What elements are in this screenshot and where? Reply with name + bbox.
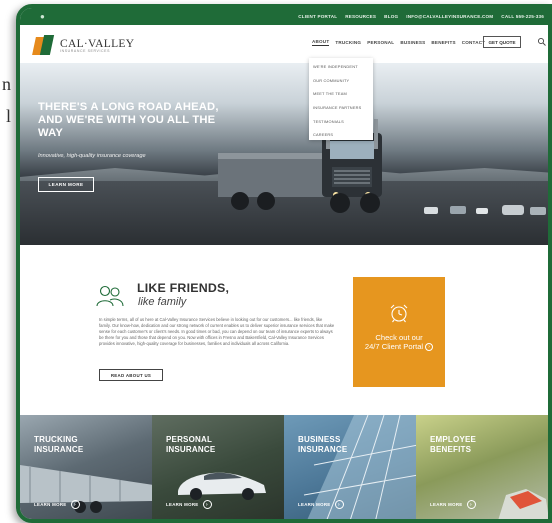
utility-link-resources[interactable]: RESOURCES [345, 14, 376, 19]
nav-item-about[interactable]: ABOUT [312, 39, 330, 46]
arrow-right-icon: › [70, 500, 80, 509]
arrow-right-icon: › [425, 342, 434, 351]
portal-line-1: Check out our [375, 333, 423, 342]
nav-item-personal[interactable]: PERSONAL [367, 40, 394, 45]
read-about-us-button[interactable]: READ ABOUT US [99, 369, 163, 381]
tile-business-insurance[interactable]: BUSINESS INSURANCE LEARN MORE › [284, 415, 416, 519]
background-letter: n [2, 74, 11, 94]
tile-title-line2: INSURANCE [298, 444, 348, 454]
tile-title-line1: EMPLOYEE [430, 435, 477, 444]
hero-banner: THERE'S A LONG ROAD AHEAD, AND WE'RE WIT… [20, 63, 548, 245]
tile-learn-more[interactable]: LEARN MORE [34, 502, 67, 507]
nav-item-business[interactable]: BUSINESS [400, 40, 425, 45]
dropdown-item-careers[interactable]: CAREERS [309, 128, 373, 142]
tile-title-line1: BUSINESS [298, 435, 341, 444]
tile-learn-more[interactable]: LEARN MORE [298, 502, 331, 507]
logo-mark-icon [32, 35, 56, 55]
hero-title: THERE'S A LONG ROAD AHEAD, AND WE'RE WIT… [38, 101, 219, 139]
tile-title-line1: PERSONAL [166, 435, 213, 444]
about-dropdown-menu: WE'RE INDEPENDENT OUR COMMUNITY MEET THE… [309, 58, 373, 140]
main-nav: CAL·VALLEY INSURANCE SERVICES ABOUT TRUC… [20, 25, 548, 63]
nav-menu: ABOUT TRUCKING PERSONAL BUSINESS BENEFIT… [312, 39, 485, 46]
get-quote-button[interactable]: GET QUOTE [483, 36, 521, 48]
utility-link-blog[interactable]: BLOG [384, 14, 398, 19]
arrow-right-icon: › [466, 500, 476, 509]
hero-learn-more-button[interactable]: LEARN MORE [38, 177, 94, 192]
utility-link-client-portal[interactable]: CLIENT PORTAL [298, 14, 337, 19]
tile-title-line1: TRUCKING [34, 435, 78, 444]
portal-line-2: 24/7 Client Portal [364, 342, 424, 351]
dropdown-item-testimonials[interactable]: TESTIMONIALS [309, 114, 373, 128]
hero-subtitle: Innovative, high-quality insurance cover… [38, 153, 146, 159]
tile-title-line2: BENEFITS [430, 444, 472, 454]
friends-icon [96, 285, 124, 307]
nav-item-benefits[interactable]: BENEFITS [431, 40, 455, 45]
search-icon[interactable] [537, 37, 547, 47]
dropdown-item-team[interactable]: MEET THE TEAM [309, 87, 373, 101]
intro-section: LIKE FRIENDS, like family In simple term… [20, 245, 548, 415]
arrow-right-icon: › [202, 500, 212, 509]
utility-link-phone[interactable]: CALL 559-225-336 [501, 14, 544, 19]
nav-item-trucking[interactable]: TRUCKING [335, 40, 361, 45]
intro-body: In simple terms, all of us here at Cal-V… [99, 317, 335, 347]
background-letter: l [6, 106, 12, 126]
traffic-cars [424, 205, 546, 215]
location-pin-icon[interactable]: ● [40, 12, 45, 21]
intro-subtitle: like family [138, 296, 187, 308]
utility-bar: ● CLIENT PORTAL RESOURCES BLOG INFO@CALV… [20, 8, 548, 25]
tile-personal-insurance[interactable]: PERSONAL INSURANCE LEARN MORE › [152, 415, 284, 519]
client-portal-card[interactable]: Check out our 24/7 Client Portal › [353, 277, 445, 387]
tile-employee-benefits[interactable]: EMPLOYEE BENEFITS LEARN MORE › [416, 415, 548, 519]
tile-trucking-insurance[interactable]: TRUCKING INSURANCE LEARN MORE › [20, 415, 152, 519]
utility-link-email[interactable]: INFO@CALVALLEYINSURANCE.COM [406, 14, 493, 19]
dropdown-item-independent[interactable]: WE'RE INDEPENDENT [309, 60, 373, 74]
tile-title-line2: INSURANCE [34, 444, 84, 454]
alarm-clock-icon [390, 304, 408, 323]
tile-title-line2: INSURANCE [166, 444, 216, 454]
service-tiles: TRUCKING INSURANCE LEARN MORE › PERSONAL… [20, 415, 548, 519]
nav-item-contact[interactable]: CONTACT [462, 40, 486, 45]
logo[interactable]: CAL·VALLEY INSURANCE SERVICES [32, 35, 135, 55]
car-image [178, 472, 266, 500]
logo-name: CAL·VALLEY [60, 37, 135, 50]
dropdown-item-partners[interactable]: INSURANCE PARTNERS [309, 101, 373, 115]
tile-learn-more[interactable]: LEARN MORE [166, 502, 199, 507]
browser-frame: ● CLIENT PORTAL RESOURCES BLOG INFO@CALV… [16, 4, 552, 523]
dropdown-item-community[interactable]: OUR COMMUNITY [309, 74, 373, 88]
tile-learn-more[interactable]: LEARN MORE [430, 502, 463, 507]
arrow-right-icon: › [334, 500, 344, 509]
runner-image [498, 489, 548, 519]
intro-title: LIKE FRIENDS, [137, 281, 230, 295]
